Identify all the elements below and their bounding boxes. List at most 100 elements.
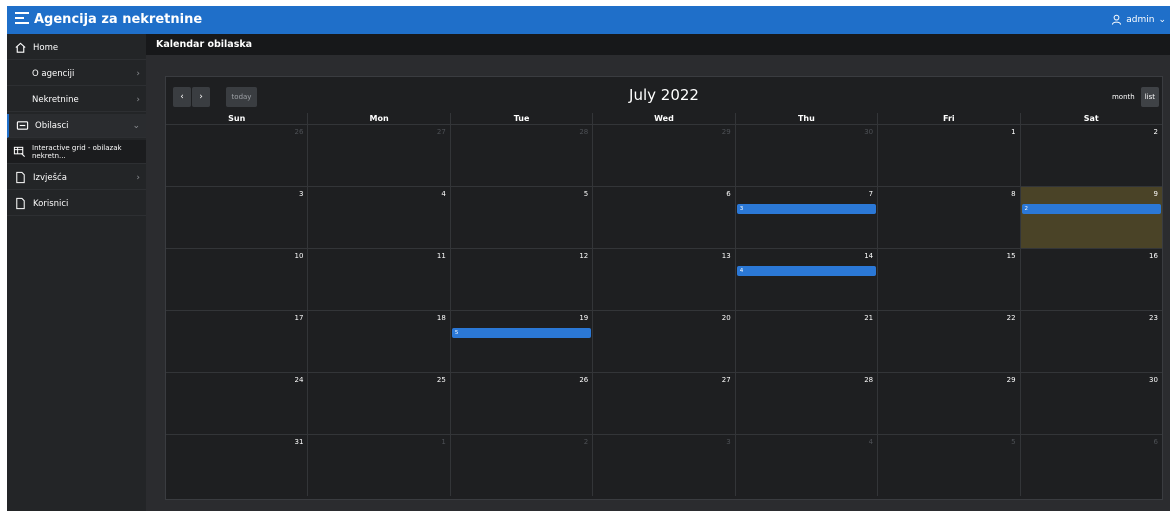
calendar-day-cell[interactable]: 29	[592, 125, 734, 186]
calendar-day-cell[interactable]: 13	[592, 249, 734, 310]
day-number[interactable]: 22	[1007, 314, 1016, 322]
calendar-day-cell[interactable]: 1	[877, 125, 1019, 186]
month-view-button[interactable]: month	[1108, 87, 1139, 107]
calendar-day-cell[interactable]: 30	[1019, 373, 1162, 434]
calendar-day-cell[interactable]: 11	[307, 249, 449, 310]
day-number[interactable]: 8	[1011, 190, 1015, 198]
day-number[interactable]: 1	[1011, 128, 1015, 136]
day-number[interactable]: 3	[726, 438, 730, 446]
calendar-day-cell[interactable]: 26	[166, 125, 307, 186]
app-title[interactable]: Agencija za nekretnine	[34, 12, 202, 27]
list-view-button[interactable]: list	[1140, 87, 1159, 107]
day-number[interactable]: 6	[726, 190, 730, 198]
day-number[interactable]: 21	[864, 314, 873, 322]
day-number[interactable]: 11	[437, 252, 446, 260]
calendar-day-cell[interactable]: 18	[307, 311, 449, 372]
day-number[interactable]: 20	[722, 314, 731, 322]
sidebar-item-korisnici[interactable]: Korisnici	[7, 192, 146, 216]
day-number[interactable]: 27	[722, 376, 731, 384]
day-number[interactable]: 2	[1153, 128, 1157, 136]
day-number[interactable]: 3	[299, 190, 303, 198]
day-number[interactable]: 10	[295, 252, 304, 260]
day-number[interactable]: 26	[579, 376, 588, 384]
calendar-day-cell[interactable]: 21	[734, 311, 877, 372]
day-number[interactable]: 26	[295, 128, 304, 136]
calendar-day-cell[interactable]: 4	[734, 435, 877, 496]
day-number[interactable]: 13	[722, 252, 731, 260]
calendar-day-cell[interactable]: 5	[449, 187, 592, 248]
calendar-day-cell[interactable]: 14 4	[734, 249, 877, 310]
day-number[interactable]: 29	[1007, 376, 1016, 384]
calendar-day-cell[interactable]: 26	[449, 373, 592, 434]
calendar-day-cell[interactable]: 2	[449, 435, 592, 496]
calendar-day-cell[interactable]: 73	[734, 187, 877, 248]
day-number[interactable]: 1	[441, 438, 445, 446]
calendar-day-cell[interactable]: 28	[734, 373, 877, 434]
day-number[interactable]: 19	[579, 314, 588, 322]
day-number[interactable]: 15	[1007, 252, 1016, 260]
day-number[interactable]: 17	[295, 314, 304, 322]
calendar-day-cell[interactable]: 28	[449, 125, 592, 186]
day-number[interactable]: 24	[295, 376, 304, 384]
calendar-event[interactable]: 5	[451, 328, 592, 338]
day-number[interactable]: 9	[1153, 190, 1157, 198]
calendar-day-cell[interactable]: 27	[592, 373, 734, 434]
calendar-day-cell[interactable]: 10	[166, 249, 307, 310]
calendar-day-cell[interactable]: 24	[166, 373, 307, 434]
day-number[interactable]: 2	[584, 438, 588, 446]
day-number[interactable]: 5	[1011, 438, 1015, 446]
calendar-day-cell[interactable]: 19 5	[449, 311, 592, 372]
sidebar-item-izvjesca[interactable]: Izvješća ›	[7, 166, 146, 190]
day-number[interactable]: 28	[579, 128, 588, 136]
day-number[interactable]: 14	[864, 252, 873, 260]
day-number[interactable]: 18	[437, 314, 446, 322]
calendar-day-cell[interactable]: 15	[877, 249, 1019, 310]
calendar-day-cell[interactable]: 17	[166, 311, 307, 372]
day-number[interactable]: 27	[437, 128, 446, 136]
sidebar-item-o-agenciji[interactable]: O agenciji ›	[7, 62, 146, 86]
day-number[interactable]: 25	[437, 376, 446, 384]
day-number[interactable]: 12	[579, 252, 588, 260]
day-number[interactable]: 16	[1149, 252, 1158, 260]
calendar-day-cell[interactable]: 2	[1019, 125, 1162, 186]
menu-toggle-icon[interactable]	[15, 12, 29, 26]
calendar-day-cell[interactable]: 20	[592, 311, 734, 372]
sidebar-item-nekretnine[interactable]: Nekretnine ›	[7, 88, 146, 112]
calendar-day-cell[interactable]: 12	[449, 249, 592, 310]
day-number[interactable]: 6	[1153, 438, 1157, 446]
day-number[interactable]: 30	[864, 128, 873, 136]
calendar-event[interactable]: 3	[736, 204, 877, 214]
user-menu[interactable]: admin ⌄	[1111, 14, 1166, 25]
calendar-day-cell[interactable]: 23	[1019, 311, 1162, 372]
calendar-day-cell[interactable]: 5	[877, 435, 1019, 496]
sidebar-item-interactive-grid[interactable]: Interactive grid - obilazak nekretn...	[7, 140, 146, 164]
day-number[interactable]: 30	[1149, 376, 1158, 384]
day-number[interactable]: 23	[1149, 314, 1158, 322]
day-number[interactable]: 4	[869, 438, 873, 446]
sidebar-item-home[interactable]: Home	[7, 36, 146, 60]
calendar-day-cell[interactable]: 3	[166, 187, 307, 248]
calendar-event[interactable]: 2	[1021, 204, 1161, 214]
calendar-day-cell[interactable]: 25	[307, 373, 449, 434]
calendar-day-cell[interactable]: 3	[592, 435, 734, 496]
day-number[interactable]: 5	[584, 190, 588, 198]
calendar-event[interactable]: 4	[736, 266, 877, 276]
calendar-day-cell[interactable]: 6	[592, 187, 734, 248]
day-number[interactable]: 31	[295, 438, 304, 446]
calendar-day-cell[interactable]: 29	[877, 373, 1019, 434]
calendar-day-cell[interactable]: 31	[166, 435, 307, 496]
sidebar-item-obilasci[interactable]: Obilasci ⌄	[7, 114, 146, 138]
calendar-day-cell[interactable]: 8	[877, 187, 1019, 248]
calendar-day-cell[interactable]: 27	[307, 125, 449, 186]
day-number[interactable]: 4	[441, 190, 445, 198]
calendar-day-cell[interactable]: 6	[1019, 435, 1162, 496]
calendar-day-cell[interactable]: 1	[307, 435, 449, 496]
day-number[interactable]: 7	[869, 190, 873, 198]
day-number[interactable]: 28	[864, 376, 873, 384]
calendar-day-cell[interactable]: 4	[307, 187, 449, 248]
calendar-day-cell[interactable]: 92	[1019, 187, 1162, 248]
calendar-day-cell[interactable]: 16	[1019, 249, 1162, 310]
day-number[interactable]: 29	[722, 128, 731, 136]
calendar-day-cell[interactable]: 30	[734, 125, 877, 186]
calendar-day-cell[interactable]: 22	[877, 311, 1019, 372]
